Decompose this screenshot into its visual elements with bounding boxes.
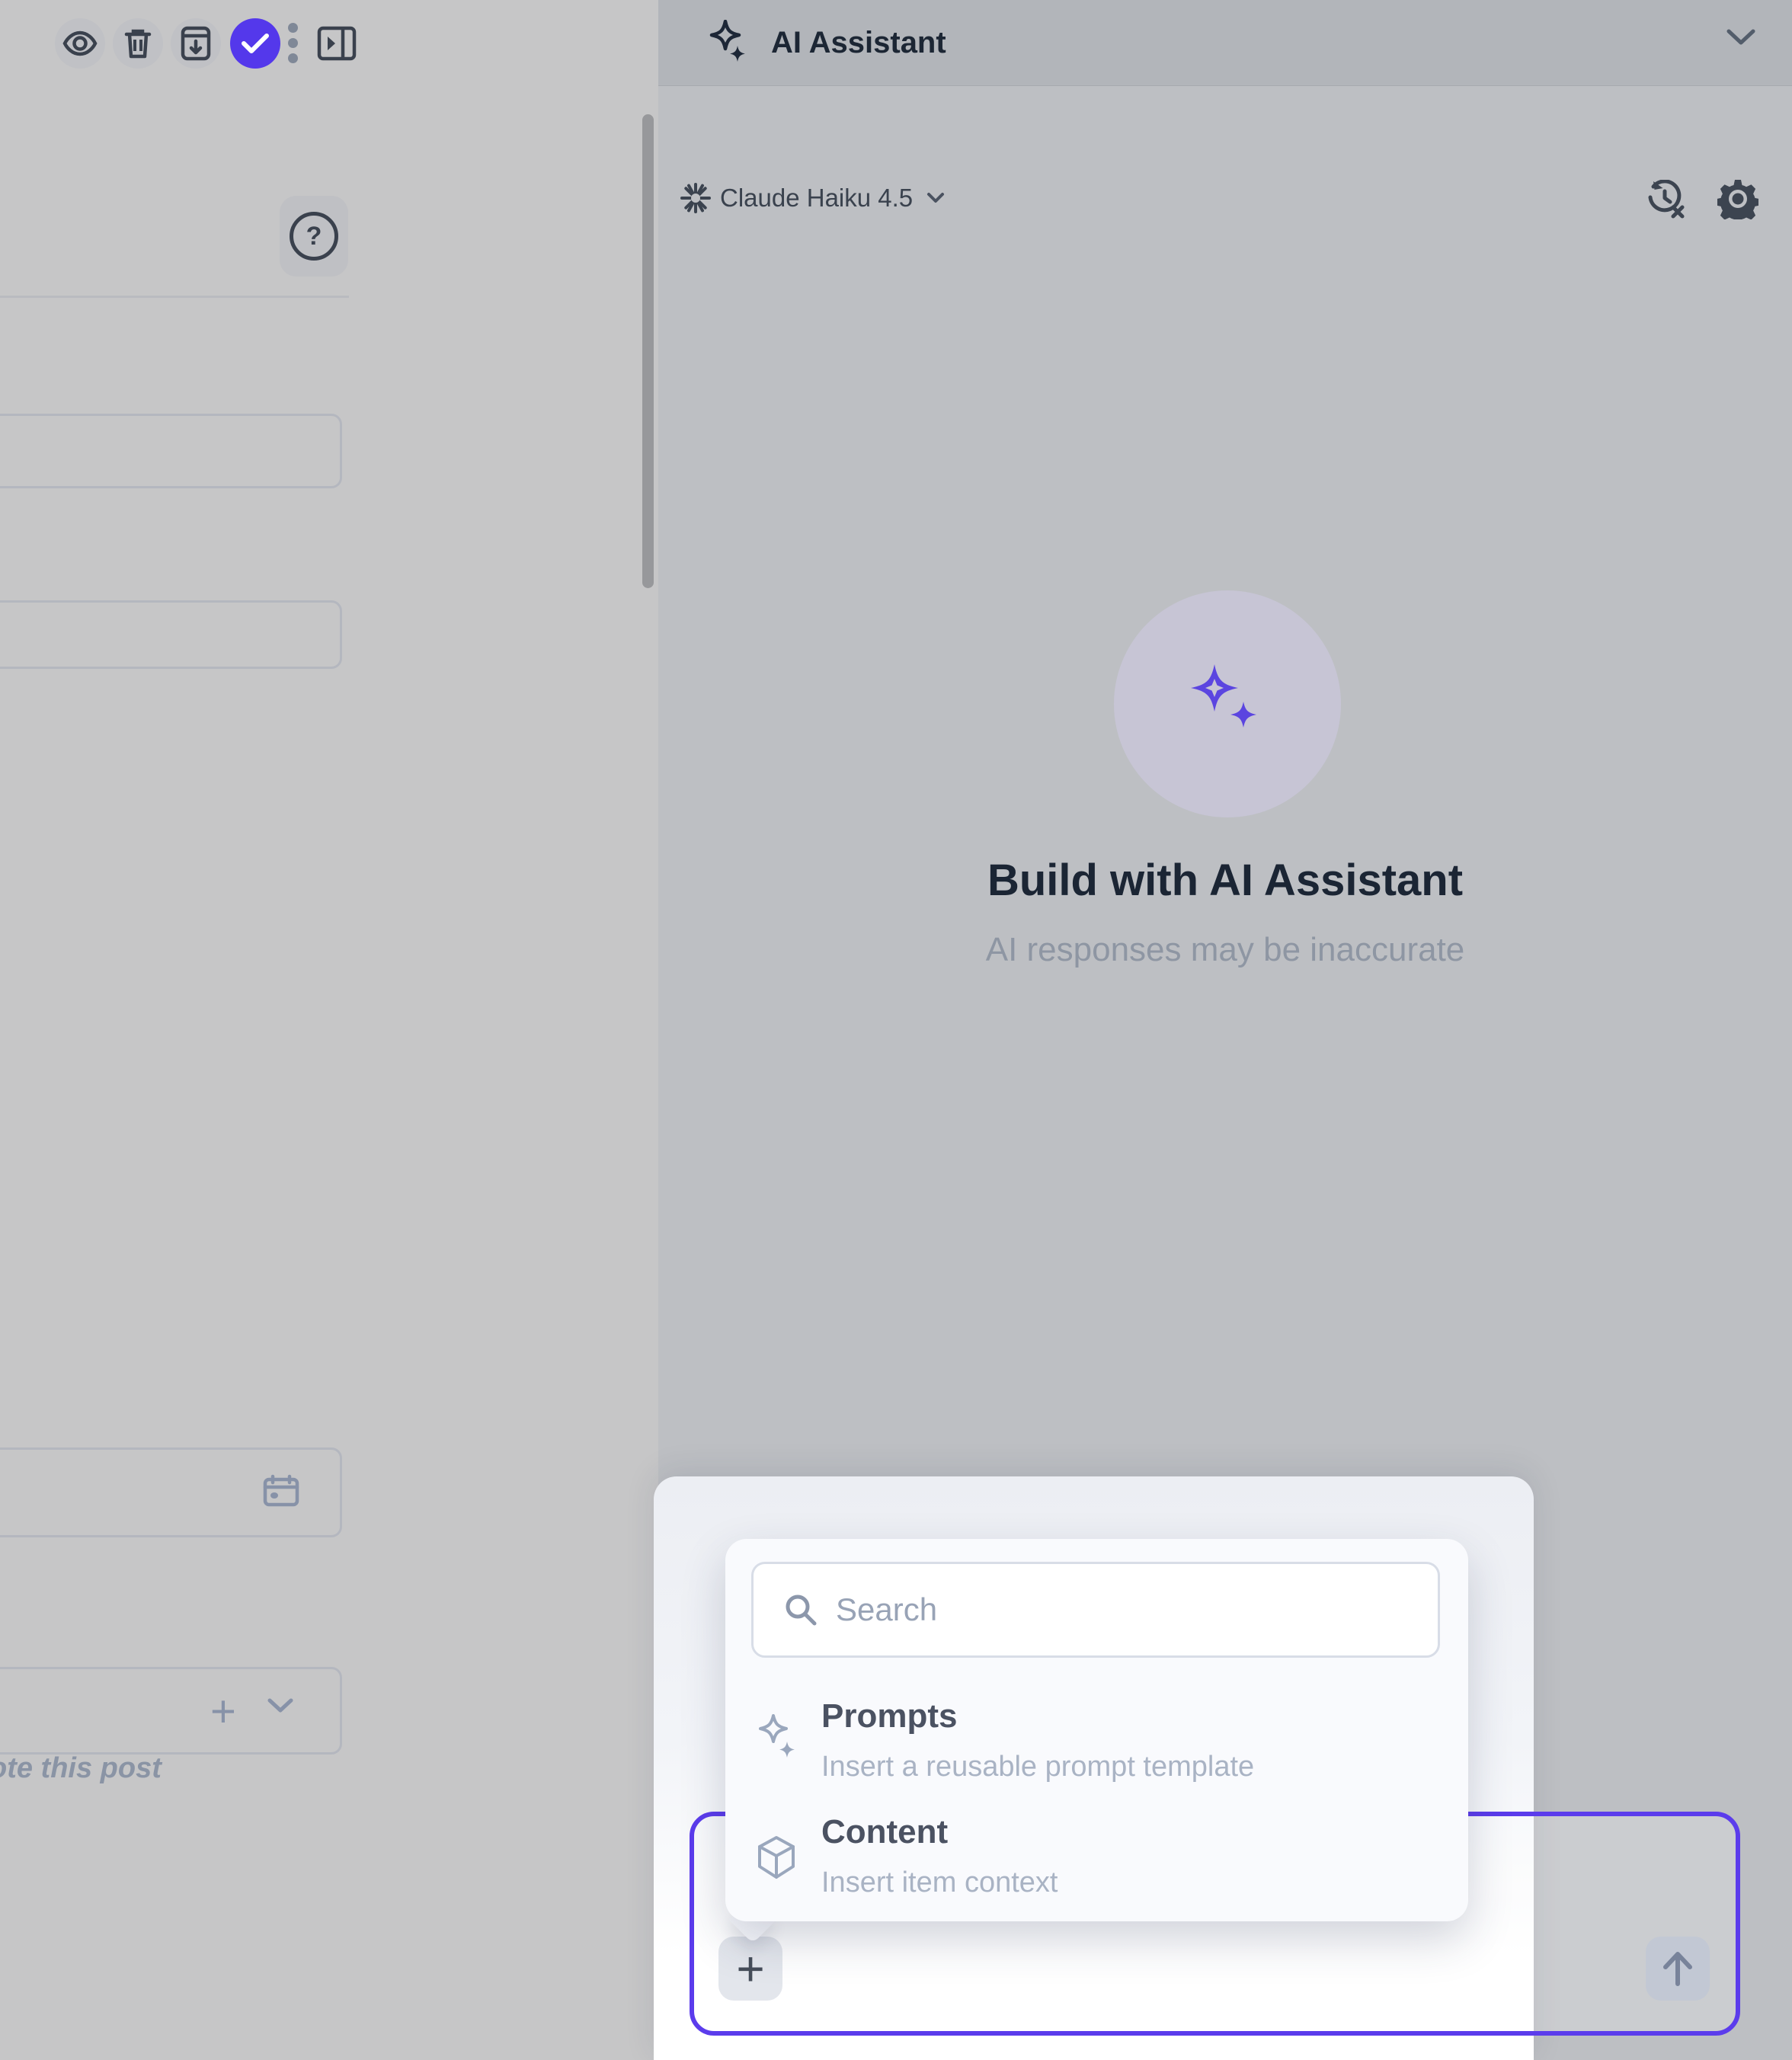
form-field-1[interactable] [0,414,342,488]
eye-icon [62,30,98,56]
section-divider [0,296,349,298]
attachment-popup: Prompts Insert a reusable prompt templat… [725,1539,1468,1921]
attach-button[interactable]: + [718,1937,782,2001]
menu-item-title: Content [821,1813,948,1851]
panel-right-icon [317,26,357,61]
menu-item-prompts[interactable]: Prompts Insert a reusable prompt templat… [725,1691,1468,1806]
menu-item-description: Insert item context [821,1866,1058,1899]
menu-item-content[interactable]: Content Insert item context [725,1807,1468,1921]
calendar-icon[interactable] [263,1474,299,1508]
more-options-button[interactable] [288,23,298,63]
help-button[interactable]: ? [280,196,348,277]
sparkles-icon [754,1713,801,1763]
archive-button[interactable] [171,18,221,69]
editor-scrollbar[interactable] [642,114,654,588]
preview-button[interactable] [55,18,105,69]
toggle-panel-button[interactable] [317,26,357,61]
promote-post-label: ote this post [0,1752,187,1785]
model-name: Claude Haiku 4.5 [720,184,913,213]
popup-search[interactable] [751,1562,1440,1658]
app-screen: ? + ote this post [0,0,1792,2060]
search-icon [784,1593,818,1627]
collapse-panel-icon[interactable] [1725,27,1757,47]
arrow-up-icon [1661,1950,1694,1987]
gear-icon [1717,178,1758,219]
add-item-icon[interactable]: + [210,1690,236,1734]
empty-state-title: Build with AI Assistant [658,855,1792,906]
sparkle-icon [1186,664,1269,744]
question-mark-icon: ? [290,212,338,261]
ai-avatar [1114,590,1341,817]
cube-icon [754,1834,799,1883]
kebab-menu-icon [288,23,298,33]
ai-sparkle-icon [707,20,751,66]
ai-settings-button[interactable] [1717,178,1758,219]
plus-icon: + [736,1944,764,1993]
panel-title: AI Assistant [771,26,946,60]
confirm-button[interactable] [230,18,280,69]
trash-icon [123,27,152,59]
form-field-2[interactable] [0,600,342,669]
check-icon [241,32,270,55]
model-selector[interactable]: Claude Haiku 4.5 [680,183,945,213]
menu-item-description: Insert a reusable prompt template [821,1751,1254,1783]
model-chevron-icon [926,192,945,204]
editor-panel: ? + ote this post [0,0,660,2060]
send-button[interactable] [1646,1937,1710,2001]
archive-down-icon [181,26,211,61]
anthropic-logo-icon [680,183,711,213]
clear-history-button[interactable] [1646,180,1685,219]
menu-item-title: Prompts [821,1697,957,1735]
empty-state-subtitle: AI responses may be inaccurate [658,931,1792,969]
ai-assistant-header[interactable]: AI Assistant [658,0,1792,86]
history-clear-icon [1646,180,1685,219]
delete-button[interactable] [113,18,163,69]
chevron-down-icon[interactable] [267,1697,294,1714]
search-input[interactable] [834,1591,1371,1629]
